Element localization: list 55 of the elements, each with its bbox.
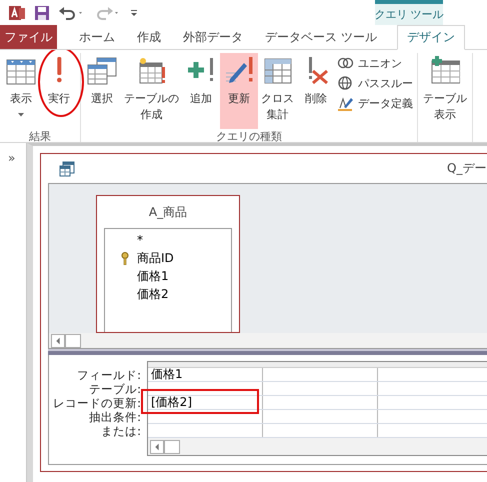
field-name[interactable]: 価格2 [137, 286, 169, 302]
table-sparkle-icon [136, 55, 166, 85]
ribbon-button[interactable]: ユニオン [337, 55, 402, 72]
ribbon-button[interactable]: 選択 [83, 53, 121, 129]
query-icon [59, 160, 75, 176]
ribbon-tab[interactable]: 外部データ [173, 25, 253, 49]
ribbon-tab[interactable]: ファイル [0, 25, 57, 49]
field-row[interactable]: 価格1 [105, 267, 169, 285]
scroll-left-icon[interactable] [51, 334, 65, 348]
ruler-pencil-icon [337, 95, 355, 112]
scroll-left-icon[interactable] [150, 440, 164, 454]
row-label: レコードの更新: [52, 396, 141, 410]
scroll-thumb[interactable] [65, 334, 81, 348]
ribbon-tab[interactable]: データベース ツール [255, 25, 387, 49]
ribbon-button[interactable]: テーブルの作成 [121, 53, 182, 129]
save-icon[interactable] [34, 4, 50, 20]
field-name[interactable]: 価格1 [137, 268, 169, 284]
row-label: フィールド: [76, 368, 141, 382]
group-label: 結果 [29, 129, 51, 142]
app-logo-icon[interactable] [8, 4, 26, 22]
group-label: クエリの種類 [216, 129, 282, 142]
ribbon-tab[interactable]: デザイン [396, 25, 465, 50]
row-label: または: [100, 424, 141, 438]
table-plus-icon [430, 55, 460, 85]
ribbon-button[interactable]: 削除 [297, 53, 335, 129]
pane-splitter[interactable] [48, 349, 487, 355]
pencil-exclamation-icon [224, 55, 254, 85]
horizontal-scrollbar[interactable] [49, 333, 487, 348]
ribbon-button[interactable]: パススルー [337, 75, 413, 92]
horizontal-scrollbar[interactable] [148, 438, 487, 455]
window-title: Q_デー [447, 160, 487, 177]
ribbon-button[interactable]: 更新 [220, 53, 258, 129]
ribbon-button[interactable]: テーブル表示 [420, 53, 470, 129]
field-row[interactable]: 価格2 [105, 285, 169, 303]
grid-cell[interactable]: 価格1 [151, 367, 183, 381]
ribbon-button[interactable]: クロス集計 [258, 53, 297, 129]
ribbon-tab[interactable]: ホーム [69, 25, 125, 49]
grid-cell[interactable]: [価格2] [151, 395, 192, 409]
scroll-thumb[interactable] [164, 440, 180, 454]
row-label: テーブル: [88, 382, 141, 396]
field-name[interactable]: * [137, 233, 143, 247]
expand-pane-button[interactable]: » [8, 151, 16, 165]
tables-icon [87, 55, 117, 85]
field-row[interactable]: * [105, 231, 143, 249]
table-name: A_商品 [148, 204, 188, 221]
ribbon-tab[interactable]: 作成 [127, 25, 171, 49]
ribbon-button[interactable]: データ定義 [337, 95, 413, 112]
row-label: 抽出条件: [88, 410, 141, 424]
field-name[interactable]: 商品ID [137, 250, 174, 266]
ribbon-button[interactable]: 追加 [182, 53, 220, 129]
contextual-tab-label: クエリ ツール [375, 0, 443, 25]
exclamation-icon [56, 57, 62, 83]
customize-icon[interactable] [130, 8, 138, 16]
ribbon-button[interactable]: 実行 [40, 53, 78, 129]
ribbon-button[interactable]: 表示 [2, 53, 40, 129]
